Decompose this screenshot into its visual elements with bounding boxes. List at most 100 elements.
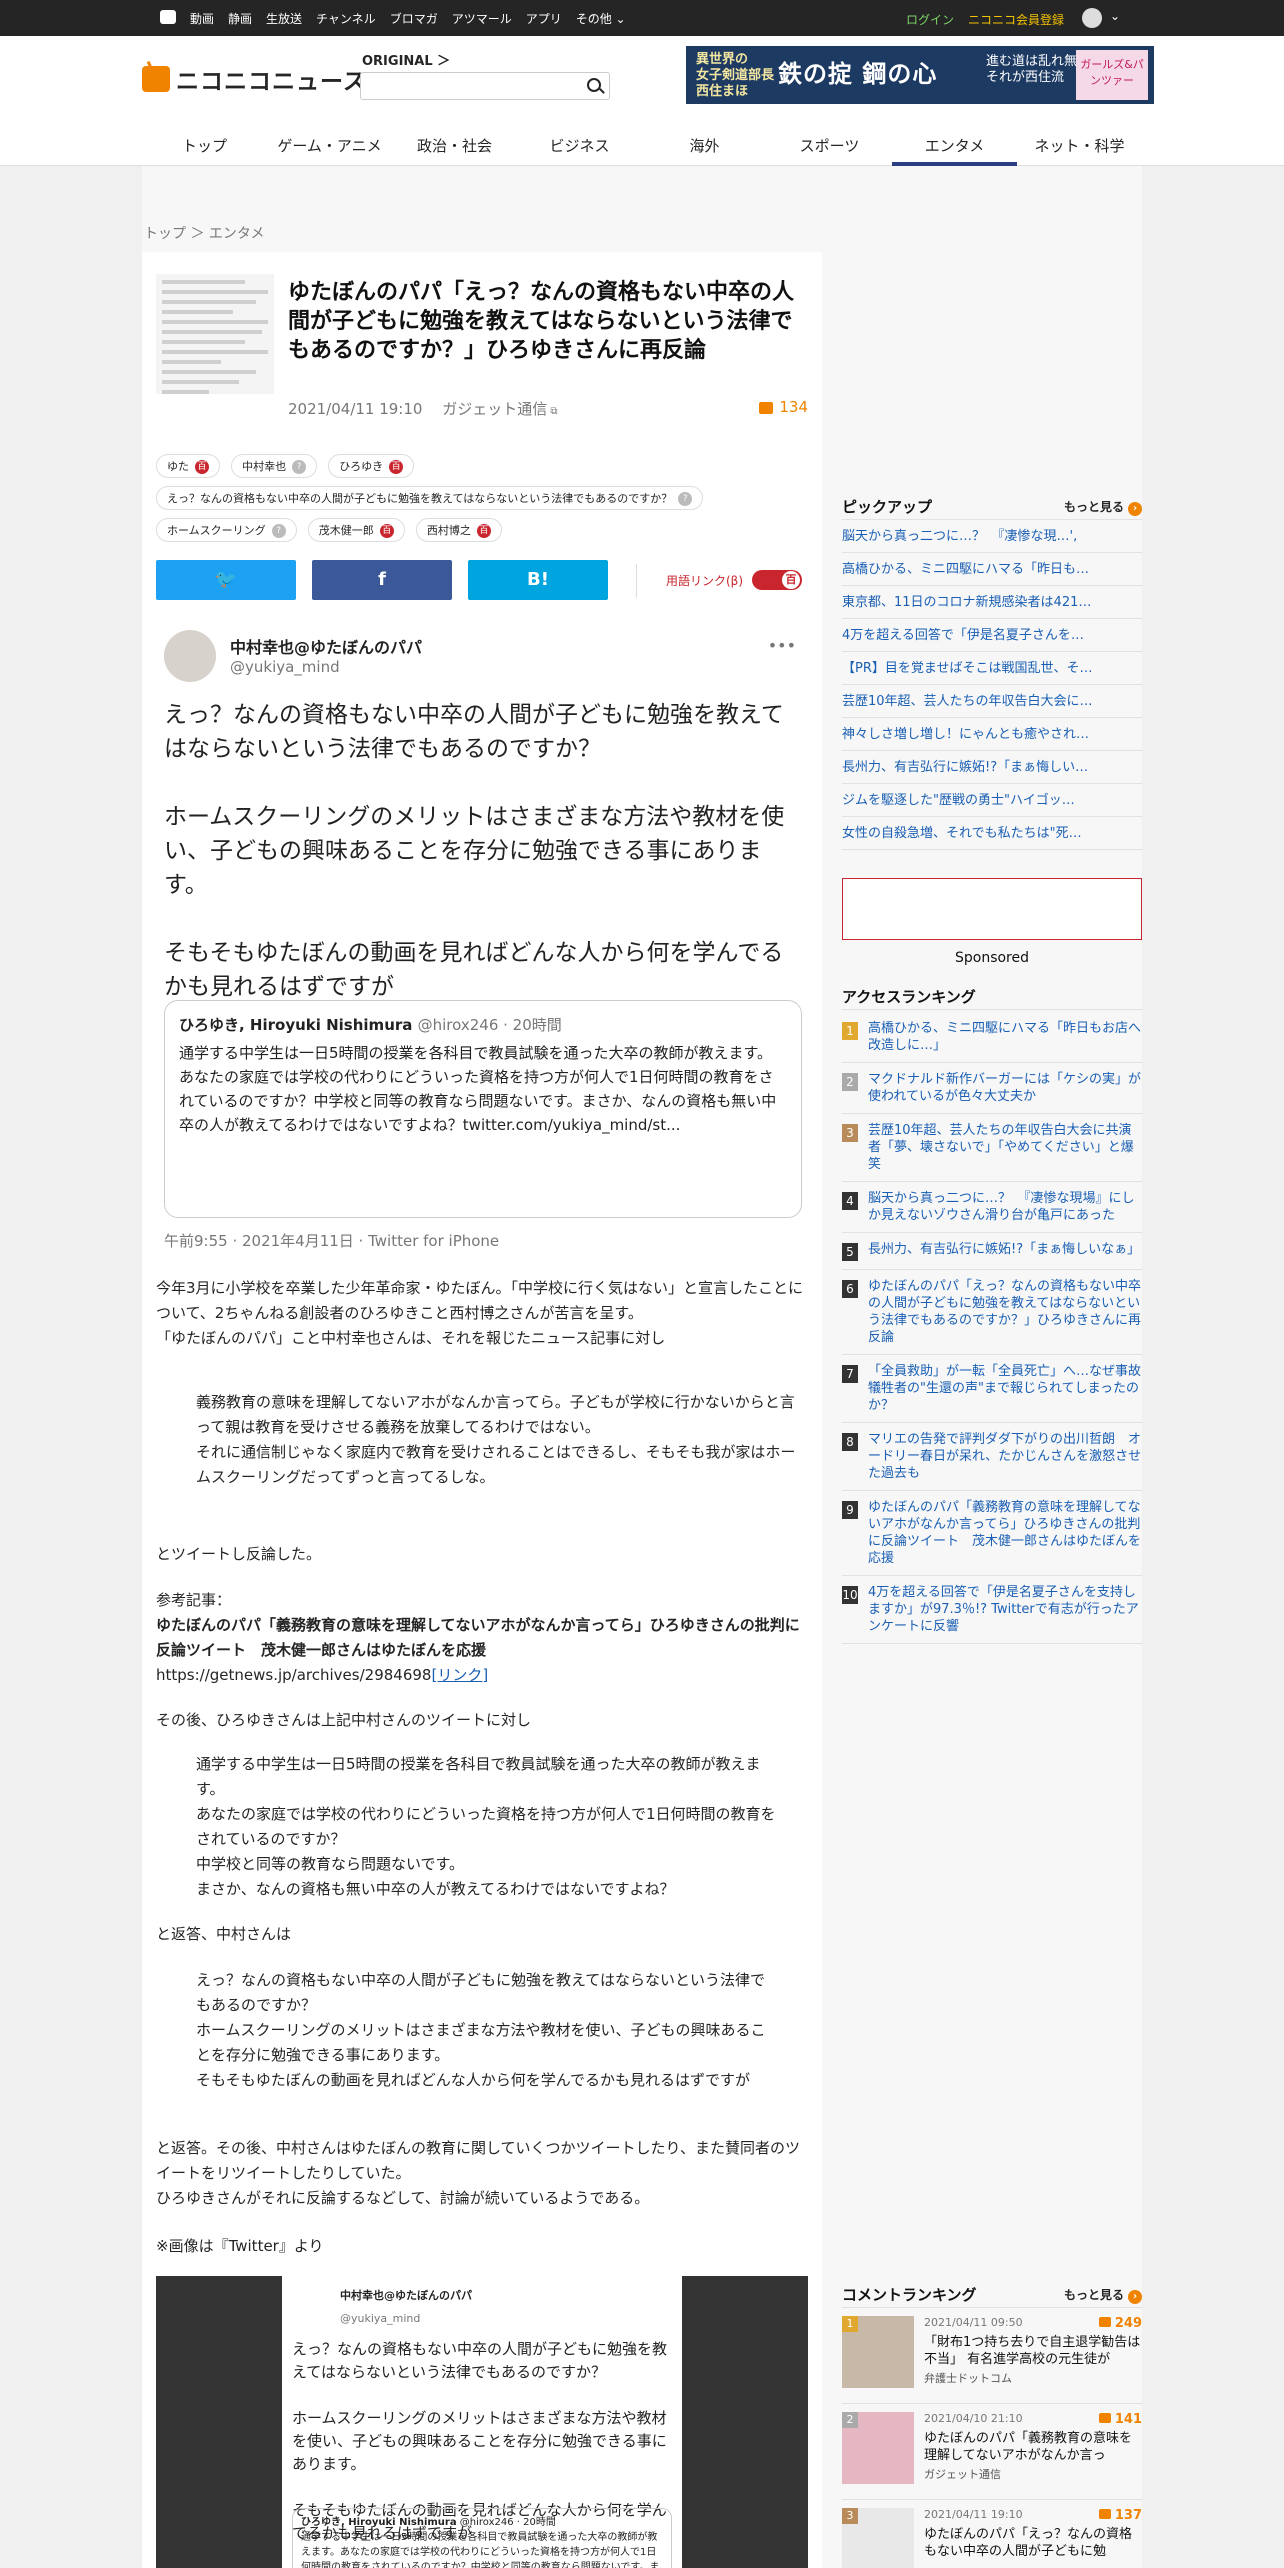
pedia-icon[interactable]: 百 (195, 460, 209, 474)
nav-overseas[interactable]: 海外 (642, 126, 767, 166)
comment-ranking-item[interactable]: 1 2021/04/11 09:50 249 「財布1つ持ち去りで自主退学勧告は… (842, 2308, 1142, 2404)
ranking-title[interactable]: マリエの告発で評判ダダ下がりの出川哲朗 オードリー春日が呆れ、たかじんさんを激怒… (868, 1431, 1142, 1482)
ranking-title[interactable]: 4万を超える回答で「伊是名夏子さんを支持しますか」が97.3％!? Twitte… (868, 1584, 1142, 1635)
image-credit: ※画像は『Twitter』より (156, 2237, 324, 2255)
pickup-item[interactable]: 【PR】目を覚ませばそこは戦国乱世、そ… (842, 652, 1142, 685)
question-icon[interactable]: ? (271, 524, 286, 538)
nav-game-anime[interactable]: ゲーム・アニメ (267, 126, 392, 166)
login-link[interactable]: ログイン (906, 11, 954, 28)
ranking-item[interactable]: 1 高橋ひかる、ミニ四駆にハマる「昨日もお店へ改造しに…」 (842, 1012, 1142, 1063)
quoted-tweet-author: ひろゆき, Hiroyuki Nishimura (301, 2517, 457, 2528)
ad-box[interactable] (842, 878, 1142, 940)
quote-paragraph: 義務教育の意味を理解してないアホがなんか言ってら。子どもが学校に行かないからと言… (196, 1393, 795, 1436)
global-nav-more[interactable]: その他 ⌄ (576, 10, 626, 27)
article-thumbnail[interactable] (156, 274, 274, 394)
nav-business[interactable]: ビジネス (517, 126, 642, 166)
comment-ranking: コメントランキング もっと見る › 1 2021/04/11 09:50 249 「… (842, 2284, 1142, 2568)
global-nav-seiga[interactable]: 静画 (228, 10, 252, 27)
register-link[interactable]: ニコニコ会員登録 (968, 11, 1064, 28)
tag-item[interactable]: えっ？なんの資格もない中卒の人間が子どもに勉強を教えてはならないという法律でもあ… (156, 486, 704, 510)
tweet-screenshot-image[interactable]: 中村幸也@ゆたぼんのパパ @yukiya_mind えっ？なんの資格もない中卒の… (156, 2276, 808, 2568)
comment-ranking-item[interactable]: 2 2021/04/10 21:10 141 ゆたぼんのパパ「義務教育の意味を理… (842, 2404, 1142, 2500)
tag-item[interactable]: 中村幸也? (231, 454, 318, 478)
pickup-item[interactable]: 芸歴10年超、芸人たちの年収告白大会に… (842, 685, 1142, 718)
question-icon[interactable]: ? (678, 492, 693, 506)
tag-item[interactable]: 茂木健一郎百 (307, 518, 405, 542)
ranking-item[interactable]: 9 ゆたぼんのパパ「義務教育の意味を理解してないアホがなんか言ってら」ひろゆきさん… (842, 1491, 1142, 1576)
nav-net-science[interactable]: ネット・科学 (1017, 126, 1142, 166)
pickup-item[interactable]: 高橋ひかる、ミニ四駆にハマる「昨日も… (842, 553, 1142, 586)
pickup-item[interactable]: 長州力、有吉弘行に嫉妬!?「まぁ悔しい… (842, 751, 1142, 784)
user-avatar-icon[interactable] (1082, 8, 1102, 28)
global-nav-app[interactable]: アプリ (526, 10, 562, 27)
original-link[interactable]: ORIGINAL ＞ (362, 50, 450, 69)
global-nav-live[interactable]: 生放送 (266, 10, 302, 27)
ranking-title[interactable]: 高橋ひかる、ミニ四駆にハマる「昨日もお店へ改造しに…」 (868, 1020, 1142, 1054)
comment-ranking-item[interactable]: 3 2021/04/11 19:10 137 ゆたぼんのパパ「えっ？なんの資格も… (842, 2500, 1142, 2568)
hatena-bookmark-button[interactable]: B! (468, 560, 608, 600)
ranking-item[interactable]: 5 長州力、有吉弘行に嫉妬!?「まぁ悔しいなぁ」 (842, 1233, 1142, 1270)
pickup-item[interactable]: 女性の自殺急増、それでも私たちは"死… (842, 817, 1142, 850)
reference-link[interactable]: [リンク] (431, 1666, 488, 1684)
ranking-title[interactable]: 長州力、有吉弘行に嫉妬!?「まぁ悔しいなぁ」 (868, 1241, 1140, 1261)
search-icon[interactable] (587, 78, 601, 92)
ranking-item[interactable]: 10 4万を超える回答で「伊是名夏子さんを支持しますか」が97.3％!? Twit… (842, 1576, 1142, 1644)
ranking-title[interactable]: 芸歴10年超、芸人たちの年収告白大会に共演者「夢、壊さないで」「やめてください」… (868, 1122, 1142, 1173)
quoted-tweet: ひろゆき, Hiroyuki Nishimura @hirox246 · 20時… (292, 2508, 672, 2568)
comment-ranking-title[interactable]: 「財布1つ持ち去りで自主退学勧告は不当」 有名進学高校の元生徒が (924, 2334, 1142, 2368)
tag-item[interactable]: ゆた百 (156, 454, 220, 478)
global-nav-atsumaru[interactable]: アツマール (452, 10, 512, 27)
tag-item[interactable]: ひろゆき百 (328, 454, 415, 478)
ranking-item[interactable]: 3 芸歴10年超、芸人たちの年収告白大会に共演者「夢、壊さないで」「やめてください… (842, 1114, 1142, 1182)
site-logo[interactable]: ニコニコニュース (142, 64, 367, 95)
search-input[interactable] (360, 72, 610, 100)
nav-sports[interactable]: スポーツ (767, 126, 892, 166)
global-nav-douga[interactable]: 動画 (190, 10, 214, 27)
blockquote-3: えっ？なんの資格もない中卒の人間が子どもに勉強を教えてはならないという法律でもあ… (156, 1968, 776, 2093)
ranking-item[interactable]: 8 マリエの告発で評判ダダ下がりの出川哲朗 オードリー春日が呆れ、たかじんさんを激… (842, 1423, 1142, 1491)
embedded-tweet-image[interactable]: 中村幸也@ゆたぼんのパパ @yukiya_mind ••• えっ？なんの資格もな… (156, 620, 808, 1250)
pickup-more-link[interactable]: もっと見る › (1064, 498, 1142, 516)
pedia-icon[interactable]: 百 (476, 524, 491, 538)
pickup-item[interactable]: ジムを駆逐した"歴戦の勇士"ハイゴッ… (842, 784, 1142, 817)
ranking-title[interactable]: マクドナルド新作バーガーには「ケシの実」が使われているが色々大丈夫か (868, 1071, 1142, 1105)
nav-entame[interactable]: エンタメ (892, 126, 1017, 166)
ranking-item[interactable]: 4 脳天から真っ二つに…？ 『凄惨な現場』にしか見えないゾウさん滑り台が亀戸にあっ… (842, 1182, 1142, 1233)
ranking-item[interactable]: 6 ゆたぼんのパパ「えっ？なんの資格もない中卒の人間が子どもに勉強を教えてはならな… (842, 1270, 1142, 1355)
pedia-icon[interactable]: 百 (379, 524, 394, 538)
ranking-title[interactable]: 脳天から真っ二つに…？ 『凄惨な現場』にしか見えないゾウさん滑り台が亀戸にあった (868, 1190, 1142, 1224)
pedia-icon[interactable]: 百 (389, 460, 404, 474)
niconico-tv-icon[interactable] (160, 10, 176, 24)
pickup-item[interactable]: 神々しさ増し増し！にゃんとも癒やされ… (842, 718, 1142, 751)
question-icon[interactable]: ? (292, 460, 307, 474)
ranking-item[interactable]: 2 マクドナルド新作バーガーには「ケシの実」が使われているが色々大丈夫か (842, 1063, 1142, 1114)
comment-count[interactable]: 134 (759, 398, 808, 416)
comment-ranking-title[interactable]: ゆたぼんのパパ「義務教育の意味を理解してないアホがなんか言っ (924, 2430, 1142, 2464)
pickup-item[interactable]: 4万を超える回答で「伊是名夏子さんを… (842, 619, 1142, 652)
global-nav-blomaga[interactable]: ブロマガ (390, 10, 438, 27)
pickup-section: ピックアップ もっと見る › 脳天から真っ二つに…？ 『凄惨な現…', 高橋ひかる、… (842, 496, 1142, 850)
nav-top[interactable]: トップ (142, 126, 267, 166)
chevron-down-icon[interactable]: ⌄ (1110, 9, 1120, 23)
tag-item[interactable]: 西村博之百 (415, 518, 502, 542)
facebook-share-button[interactable]: f (312, 560, 452, 600)
ad-banner[interactable]: 異世界の 女子剣道部長 西住まほ 鉄の掟 鋼の心 進む道は乱れ無し それが西住流 ガー… (686, 46, 1154, 104)
comment-more-link[interactable]: もっと見る › (1064, 2286, 1142, 2304)
breadcrumb[interactable]: トップ ＞ エンタメ (144, 223, 264, 243)
ranking-item[interactable]: 7 「全員救助」が一転「全員死亡」へ…なぜ事故犠牲者の"生還の声"まで報じられてし… (842, 1355, 1142, 1423)
comment-ranking-title[interactable]: ゆたぼんのパパ「えっ？なんの資格もない中卒の人間が子どもに勉 (924, 2526, 1142, 2560)
comment-ranking-date: 2021/04/11 09:50 (924, 2316, 1023, 2329)
ranking-title[interactable]: ゆたぼんのパパ「義務教育の意味を理解してないアホがなんか言ってら」ひろゆきさんの… (868, 1499, 1142, 1567)
ranking-title[interactable]: ゆたぼんのパパ「えっ？なんの資格もない中卒の人間が子どもに勉強を教えてはならない… (868, 1278, 1142, 1346)
pickup-item[interactable]: 東京都、11日のコロナ新規感染者は421… (842, 586, 1142, 619)
yougo-link-toggle[interactable]: 百 (752, 570, 802, 590)
nav-politics[interactable]: 政治・社会 (392, 126, 517, 166)
tag-item[interactable]: ホームスクーリング? (156, 518, 297, 542)
article-source[interactable]: ガジェット通信 (442, 400, 547, 418)
ranking-title[interactable]: 「全員救助」が一転「全員死亡」へ…なぜ事故犠牲者の"生還の声"まで報じられてしま… (868, 1363, 1142, 1414)
reference-title-link[interactable]: ゆたぼんのパパ「義務教育の意味を理解してないアホがなんか言ってら」ひろゆきさんの… (156, 1613, 808, 1663)
reference-url[interactable]: https://getnews.jp/archives/2984698 (156, 1666, 431, 1684)
pickup-item[interactable]: 脳天から真っ二つに…？ 『凄惨な現…', (842, 520, 1142, 553)
twitter-share-button[interactable]: 🐦 (156, 560, 296, 600)
global-nav-channel[interactable]: チャンネル (316, 10, 376, 27)
